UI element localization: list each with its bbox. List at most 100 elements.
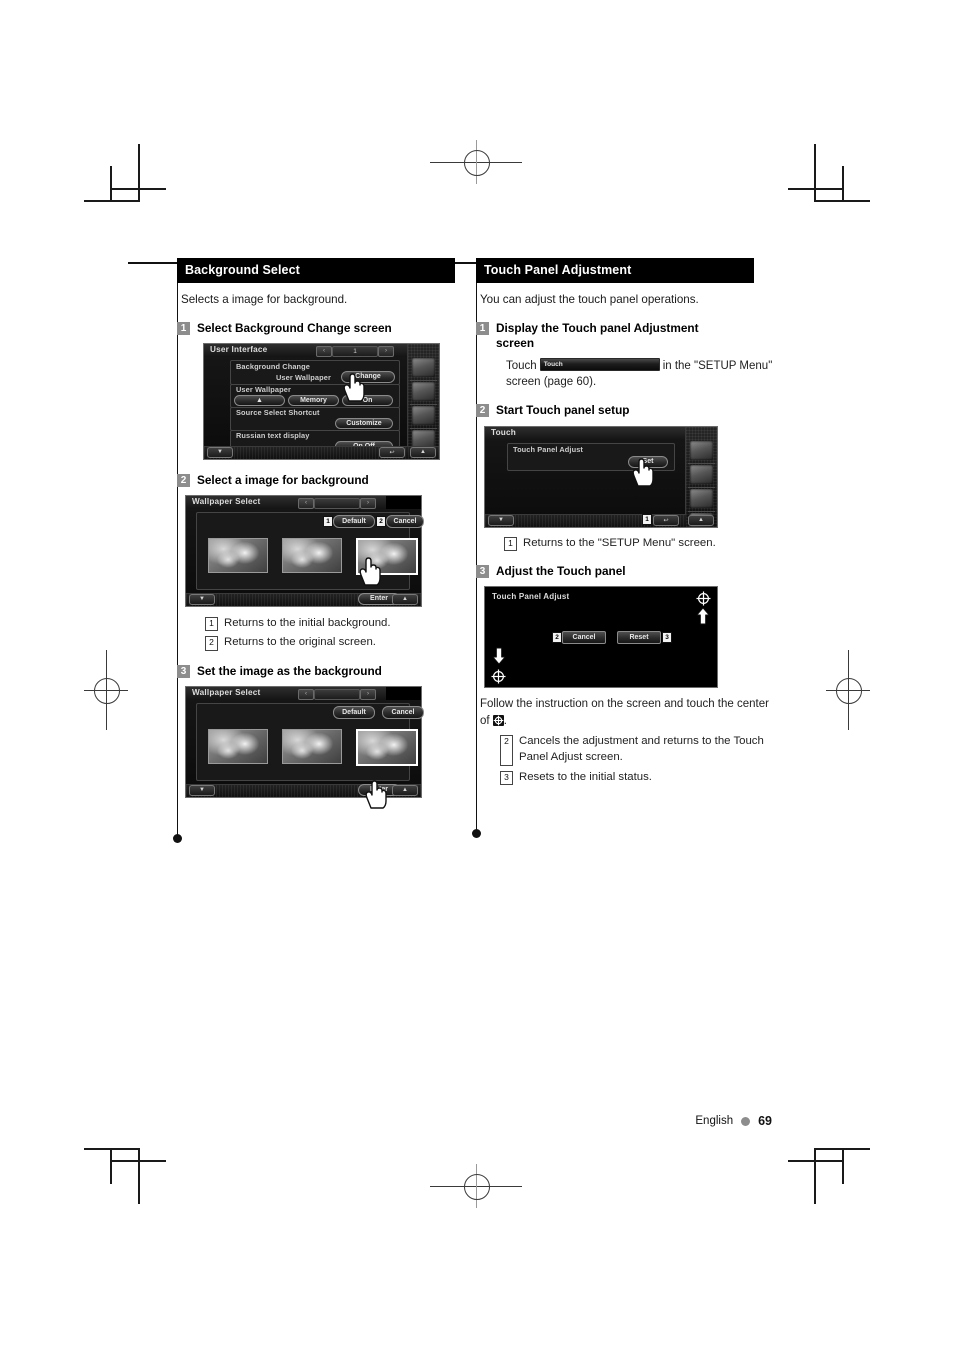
- bottom-left-button[interactable]: ▼: [189, 593, 215, 605]
- return-button[interactable]: ↩: [653, 514, 679, 526]
- value-user-wallpaper: User Wallpaper: [276, 372, 331, 382]
- bottom-left-button[interactable]: ▼: [189, 784, 215, 796]
- left-step-1: 1 Select Background Change screen: [177, 321, 477, 336]
- sidebar-divider: [410, 427, 437, 429]
- cancel-button[interactable]: Cancel: [562, 631, 606, 645]
- callout-tag: 1: [205, 616, 218, 632]
- sidebar-icon-av[interactable]: [690, 464, 713, 484]
- label-background-change: Background Change: [236, 361, 310, 371]
- crosshair-target-icon-bottom-left: [491, 669, 506, 684]
- right-callout-3: 3 Resets to the initial status.: [500, 769, 776, 786]
- left-column: Background Select Selects a image for ba…: [177, 258, 477, 809]
- prev-page-arrow[interactable]: ‹: [298, 497, 314, 509]
- arrow-up-icon: [696, 607, 710, 625]
- crop-mark-bottom-left-h: [84, 1148, 140, 1150]
- callout-tag-return: 1: [642, 513, 652, 525]
- cancel-button[interactable]: Cancel: [382, 705, 424, 719]
- page-footer: English 69: [695, 1114, 772, 1128]
- cancel-button[interactable]: Cancel: [386, 514, 424, 528]
- step-number-badge: 1: [177, 321, 190, 335]
- callout-tag-default: 1: [323, 515, 333, 527]
- sidebar-icon-disc[interactable]: [690, 488, 713, 508]
- step-title: Adjust the Touch panel: [496, 564, 626, 579]
- customize-button[interactable]: Customize: [335, 417, 393, 429]
- device-title: User Interface: [210, 344, 268, 354]
- crosshair-inline-icon: [492, 714, 504, 726]
- next-page-arrow[interactable]: ›: [360, 688, 376, 700]
- right-step-3: 3 Adjust the Touch panel: [476, 564, 776, 579]
- step-number-badge: 2: [177, 473, 190, 487]
- callout-text: Returns to the original screen.: [224, 636, 376, 649]
- eject-button[interactable]: ▲: [234, 394, 285, 406]
- crop-mark-bottom-left-h2: [110, 1160, 166, 1162]
- step-title: Start Touch panel setup: [496, 403, 630, 418]
- sidebar-divider: [688, 486, 715, 488]
- prev-page-arrow[interactable]: ‹: [298, 688, 314, 700]
- wallpaper-thumbnail-3[interactable]: [356, 728, 418, 766]
- sidebar-icon-list[interactable]: [690, 440, 713, 460]
- page-indicator: 1: [332, 345, 378, 357]
- on-button[interactable]: On: [342, 394, 393, 406]
- left-step-2: 2 Select a image for background: [177, 473, 477, 488]
- crop-mark-top-right-h2: [788, 188, 844, 190]
- step-number-badge: 3: [476, 565, 489, 579]
- callout-text: Returns to the initial background.: [224, 616, 391, 629]
- sidebar-icon-av[interactable]: [412, 381, 435, 401]
- callout-tag: 2: [500, 734, 513, 766]
- set-button[interactable]: Set: [628, 455, 668, 468]
- return-button[interactable]: ↩: [379, 446, 405, 458]
- page-indicator-bar: [314, 688, 360, 700]
- right-column: Touch Panel Adjustment You can adjust th…: [476, 258, 776, 786]
- device-title: Wallpaper Select: [192, 687, 261, 697]
- memory-button[interactable]: Memory: [288, 394, 339, 406]
- left-callout-1: 1 Returns to the initial background.: [205, 615, 477, 632]
- footer-dot-icon: [741, 1116, 751, 1126]
- step-number-badge: 3: [177, 664, 190, 678]
- crop-mark-top-left-h2: [110, 188, 166, 190]
- registration-mark-right: [826, 650, 870, 730]
- callout-tag: 2: [205, 636, 218, 651]
- next-page-arrow[interactable]: ›: [360, 497, 376, 509]
- footer-page-number: 69: [758, 1114, 772, 1128]
- device-screenshot-wallpaper-select-2: Wallpaper Select ‹ › Default Cancel ▼ En…: [185, 685, 424, 809]
- change-button[interactable]: Change: [341, 370, 395, 383]
- callout-text: Resets to the initial status.: [519, 770, 652, 783]
- prev-page-arrow[interactable]: ‹: [316, 345, 332, 357]
- step-title: Select a image for background: [197, 472, 369, 487]
- default-button[interactable]: Default: [333, 705, 375, 719]
- sidebar-divider: [688, 510, 715, 512]
- wallpaper-thumbnail-2[interactable]: [282, 537, 342, 573]
- touch-button-graphic[interactable]: Touch: [539, 357, 660, 371]
- registration-mark-left: [84, 650, 128, 730]
- next-page-arrow[interactable]: ›: [378, 345, 394, 357]
- page-indicator-bar: [314, 497, 360, 509]
- wallpaper-thumbnail-1[interactable]: [208, 728, 268, 764]
- touch-button-label: Touch: [543, 360, 563, 368]
- arrow-down-icon: [492, 647, 506, 665]
- wallpaper-thumbnail-2[interactable]: [282, 728, 342, 764]
- default-button[interactable]: Default: [333, 514, 375, 528]
- wallpaper-thumbnail-1[interactable]: [208, 537, 268, 573]
- label-touch-panel-adjust: Touch Panel Adjust: [513, 444, 583, 454]
- callout-text: Cancels the adjustment and returns to th…: [519, 734, 764, 764]
- bottom-left-button[interactable]: ▼: [488, 514, 514, 526]
- wallpaper-thumbnail-3[interactable]: [356, 537, 418, 575]
- right-callout-2: 2 Cancels the adjustment and returns to …: [500, 733, 776, 766]
- callout-tag-reset: 3: [662, 632, 672, 644]
- bottom-corner-button[interactable]: ▲: [392, 784, 418, 796]
- sidebar-icon-list[interactable]: [412, 357, 435, 377]
- bottom-left-button[interactable]: ▼: [207, 446, 233, 458]
- label-source-select-shortcut: Source Select Shortcut: [236, 407, 320, 417]
- callout-tag: 1: [504, 536, 517, 552]
- device-title: Touch: [491, 427, 516, 437]
- reset-button[interactable]: Reset: [617, 631, 661, 645]
- sidebar-divider: [410, 379, 437, 381]
- right-step-1-body: Touch Touch in the "SETUP Menu" screen (pa…: [506, 357, 776, 391]
- sidebar-icon-disc[interactable]: [412, 405, 435, 425]
- bottom-corner-button[interactable]: ▲: [410, 446, 436, 458]
- bottom-corner-button[interactable]: ▲: [392, 593, 418, 605]
- right-step-1: 1 Display the Touch panel Adjustment scr…: [476, 321, 776, 351]
- left-callout-2: 2 Returns to the original screen.: [205, 634, 477, 651]
- bottom-corner-button[interactable]: ▲: [688, 514, 714, 526]
- crop-mark-top-left-h: [84, 200, 140, 202]
